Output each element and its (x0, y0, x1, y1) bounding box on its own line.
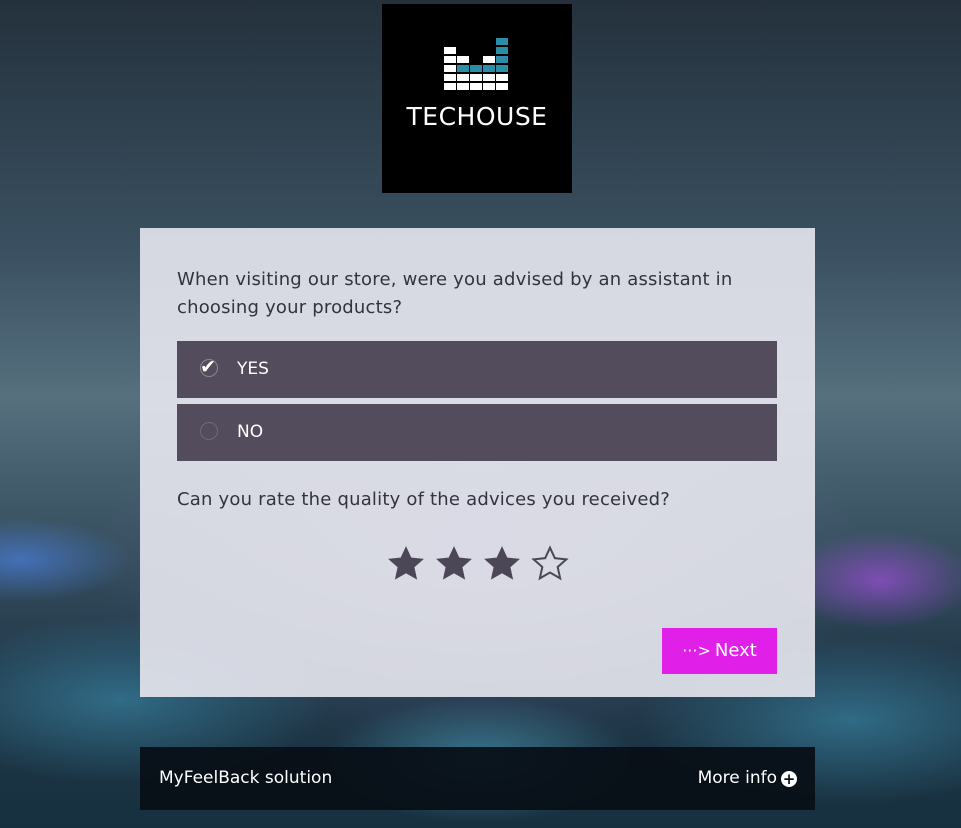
brand-logo: TECHOUSE (382, 4, 572, 193)
logo-text: TECHOUSE (406, 102, 548, 131)
more-info-label: More info (697, 768, 777, 788)
option-no[interactable]: NO (177, 404, 777, 461)
survey-card: When visiting our store, were you advise… (140, 228, 815, 697)
next-button[interactable]: ···> Next (662, 628, 777, 674)
more-info-link[interactable]: More info + (698, 767, 797, 789)
footer-brand: MyFeelBack solution (159, 768, 333, 788)
radio-checked-icon[interactable]: ✔ (200, 356, 218, 378)
question-rating: Can you rate the quality of the advices … (177, 489, 671, 510)
option-yes[interactable]: ✔ YES (177, 341, 777, 398)
option-no-label: NO (237, 422, 264, 442)
star-rating[interactable] (386, 544, 578, 584)
equalizer-logo-icon (444, 38, 508, 90)
footer-bar: MyFeelBack solution More info + (140, 747, 815, 810)
question-advised: When visiting our store, were you advise… (177, 269, 733, 318)
plus-circle-icon: + (781, 770, 797, 788)
star-icon-4[interactable] (530, 544, 570, 584)
radio-unchecked-icon[interactable] (200, 422, 218, 440)
dotted-arrow-icon: ···> (682, 641, 711, 660)
star-icon-3[interactable] (482, 544, 522, 584)
next-label: Next (714, 640, 757, 661)
star-icon-2[interactable] (434, 544, 474, 584)
star-icon-1[interactable] (386, 544, 426, 584)
option-yes-label: YES (237, 359, 269, 379)
